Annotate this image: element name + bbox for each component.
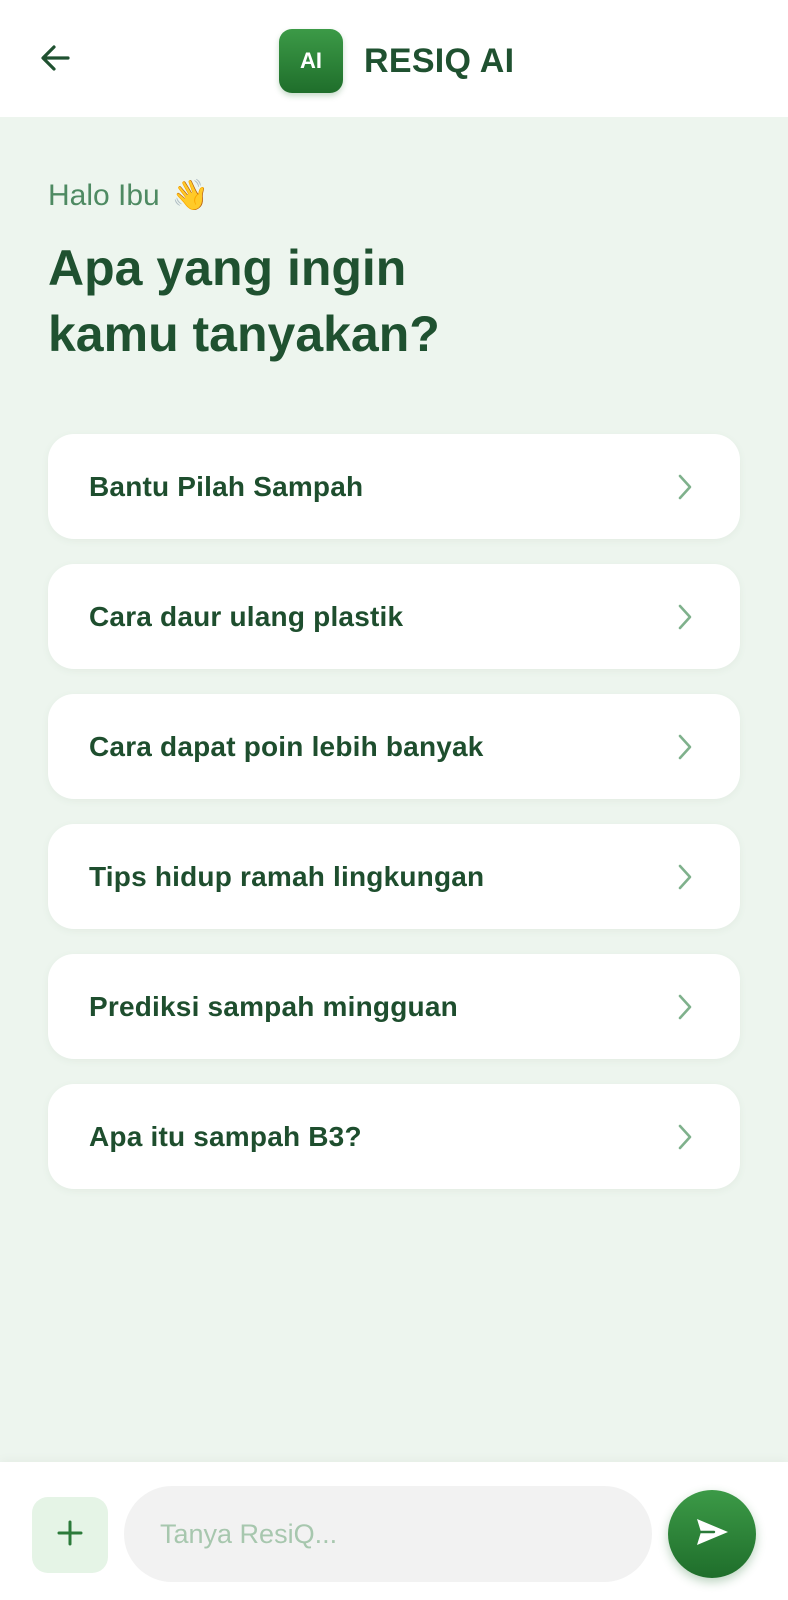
add-attachment-button[interactable] (32, 1497, 108, 1573)
suggestion-label: Bantu Pilah Sampah (89, 470, 364, 502)
page-title: Apa yang ingin kamu tanyakan? (48, 235, 568, 367)
headline-line-2: kamu tanyakan? (48, 306, 440, 362)
chevron-right-icon (674, 732, 696, 762)
chevron-right-icon (674, 1122, 696, 1152)
suggestion-label: Tips hidup ramah lingkungan (89, 860, 485, 892)
suggestion-label: Prediksi sampah mingguan (89, 990, 458, 1022)
ai-logo: AI (279, 29, 343, 93)
greeting-text: Halo Ibu (48, 178, 160, 212)
send-icon (692, 1512, 732, 1557)
chat-home: Halo Ibu 👋 Apa yang ingin kamu tanyakan?… (0, 117, 788, 1462)
message-input[interactable] (124, 1486, 652, 1582)
greeting: Halo Ibu 👋 (48, 178, 209, 213)
suggestion-item[interactable]: Apa itu sampah B3? (48, 1084, 740, 1189)
brand: AI RESIQ AI (279, 29, 514, 93)
chevron-right-icon (674, 602, 696, 632)
suggestion-item[interactable]: Tips hidup ramah lingkungan (48, 824, 740, 929)
suggestion-label: Apa itu sampah B3? (89, 1120, 362, 1152)
app-root: AI RESIQ AI Halo Ibu 👋 Apa yang ingin ka… (0, 0, 788, 1600)
app-title: RESIQ AI (364, 41, 515, 80)
suggestion-item[interactable]: Prediksi sampah mingguan (48, 954, 740, 1059)
message-input-wrapper (124, 1486, 652, 1582)
logo-text: AI (300, 48, 322, 73)
chevron-right-icon (674, 992, 696, 1022)
message-composer (0, 1462, 788, 1600)
headline-line-1: Apa yang ingin (48, 240, 407, 296)
plus-icon (55, 1518, 85, 1553)
chevron-right-icon (674, 862, 696, 892)
suggestion-item[interactable]: Cara daur ulang plastik (48, 564, 740, 669)
back-button[interactable] (30, 34, 82, 86)
arrow-left-icon (38, 40, 74, 81)
suggestion-list: Bantu Pilah Sampah Cara daur ulang plast… (48, 434, 740, 1214)
waving-hand-icon: 👋 (171, 179, 210, 212)
suggestion-label: Cara daur ulang plastik (89, 600, 404, 632)
send-button[interactable] (668, 1490, 756, 1578)
suggestion-item[interactable]: Cara dapat poin lebih banyak (48, 694, 740, 799)
suggestion-item[interactable]: Bantu Pilah Sampah (48, 434, 740, 539)
suggestion-label: Cara dapat poin lebih banyak (89, 730, 484, 762)
chevron-right-icon (674, 472, 696, 502)
top-bar: AI RESIQ AI (0, 0, 788, 117)
